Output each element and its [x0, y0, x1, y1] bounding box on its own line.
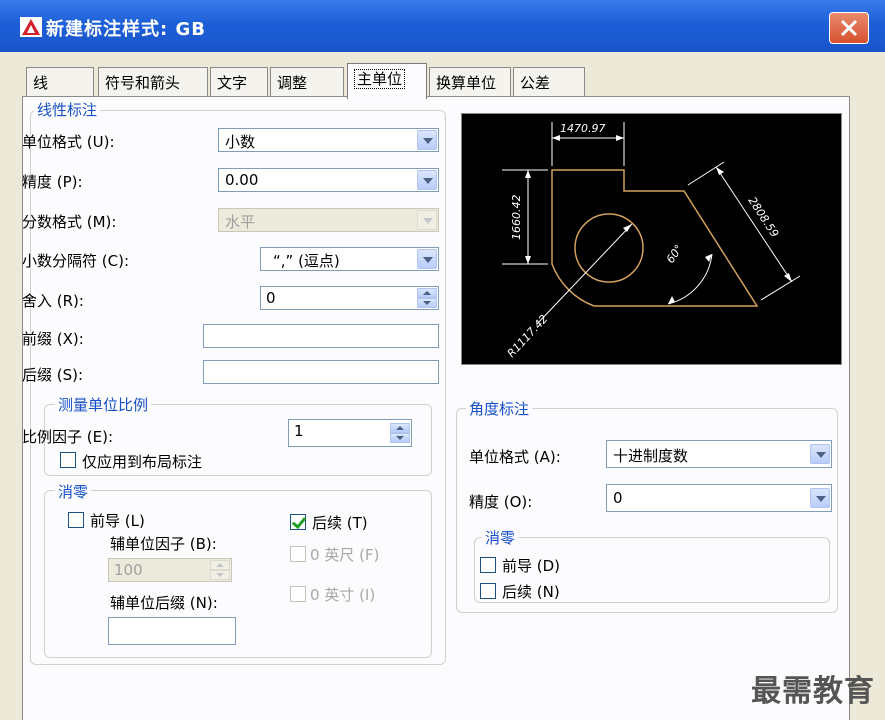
- tab-alternate-units[interactable]: 换算单位: [429, 67, 511, 97]
- unit-format-select[interactable]: 小数: [218, 128, 439, 152]
- angular-precision-select[interactable]: 0: [606, 484, 832, 512]
- suffix-input[interactable]: [203, 360, 439, 384]
- chevron-down-icon[interactable]: [417, 170, 437, 190]
- inches-zero-label: 0 英寸 (I): [310, 586, 376, 604]
- angular-trailing-label: 后续 (N): [502, 583, 560, 601]
- close-button[interactable]: [829, 12, 869, 44]
- autocad-app-icon: [20, 17, 42, 37]
- angular-dimensions-title: 角度标注: [466, 398, 533, 419]
- scale-factor-value: 1: [294, 422, 304, 440]
- apply-layout-checkbox[interactable]: [60, 452, 76, 468]
- unit-format-value: 小数: [225, 133, 256, 151]
- suffix-label: 后缀 (S):: [22, 366, 84, 384]
- dim-angle-text: 60°: [664, 242, 686, 265]
- scale-factor-spinner[interactable]: 1: [288, 419, 412, 447]
- angular-leading-label: 前导 (D): [502, 557, 561, 575]
- trailing-zero-checkbox[interactable]: [290, 514, 306, 530]
- sub-unit-factor-label: 辅单位因子 (B):: [110, 535, 217, 553]
- window-title: 新建标注样式: GB: [46, 19, 206, 40]
- tab-text[interactable]: 文字: [210, 67, 268, 97]
- dim-left-text: 1660.42: [510, 195, 523, 241]
- sub-unit-suffix-label: 辅单位后缀 (N):: [110, 594, 218, 612]
- unit-format-label: 单位格式 (U):: [22, 133, 115, 151]
- dim-radius-text: R1117.42: [505, 312, 551, 360]
- preview-drawing: 1470.97 1660.42 2808.59 60° R1117.42: [502, 122, 801, 360]
- close-icon: [840, 19, 858, 37]
- leading-zero-label: 前导 (L): [90, 512, 145, 530]
- angular-leading-checkbox[interactable]: [480, 557, 496, 573]
- angular-unit-format-label: 单位格式 (A):: [469, 448, 561, 466]
- angular-unit-format-select[interactable]: 十进制度数: [606, 440, 832, 468]
- zero-suppression-title: 消零: [55, 481, 92, 502]
- angular-trailing-checkbox[interactable]: [480, 583, 496, 599]
- tab-tolerances[interactable]: 公差: [513, 67, 585, 97]
- spin-up-icon: [210, 560, 230, 570]
- round-off-spinner[interactable]: 0: [260, 286, 439, 310]
- fraction-format-select: 水平: [218, 208, 439, 232]
- round-off-label: 舍入 (R):: [22, 292, 84, 310]
- spin-up-icon[interactable]: [390, 423, 410, 433]
- dim-right-text: 2808.59: [745, 195, 781, 240]
- chevron-down-icon[interactable]: [810, 488, 830, 508]
- prefix-label: 前缀 (X):: [22, 330, 84, 348]
- fraction-format-value: 水平: [225, 213, 256, 231]
- round-off-value: 0: [266, 289, 276, 307]
- tab-lines[interactable]: 线: [26, 67, 94, 97]
- tab-primary-units[interactable]: 主单位: [347, 63, 427, 99]
- dimension-preview: 1470.97 1660.42 2808.59 60° R1117.42: [461, 113, 842, 365]
- sub-unit-suffix-input: [108, 617, 236, 645]
- trailing-zero-label: 后续 (T): [312, 514, 368, 532]
- angular-unit-format-value: 十进制度数: [613, 447, 689, 465]
- tab-label: 文字: [217, 74, 248, 92]
- tab-fit[interactable]: 调整: [270, 67, 344, 97]
- spin-down-icon: [210, 570, 230, 580]
- tab-label: 公差: [520, 74, 551, 92]
- preview-shape: [551, 169, 759, 307]
- apply-layout-label: 仅应用到布局标注: [82, 453, 203, 471]
- tab-label: 换算单位: [436, 74, 497, 92]
- angular-precision-value: 0: [613, 489, 623, 507]
- precision-select[interactable]: 0.00: [218, 168, 439, 192]
- measurement-scale-title: 测量单位比例: [55, 394, 152, 415]
- fraction-format-label: 分数格式 (M):: [22, 213, 117, 231]
- tab-label: 主单位: [354, 69, 406, 89]
- tab-label: 调整: [277, 74, 308, 92]
- tab-symbols-arrows[interactable]: 符号和箭头: [98, 67, 208, 97]
- watermark: 最需教育: [751, 674, 875, 709]
- tab-label: 符号和箭头: [105, 74, 181, 92]
- sub-unit-factor-value: 100: [114, 561, 143, 579]
- leading-zero-checkbox[interactable]: [68, 512, 84, 528]
- angular-zero-suppression-title: 消零: [482, 527, 519, 548]
- spin-down-icon[interactable]: [390, 433, 410, 443]
- spin-down-icon[interactable]: [417, 298, 437, 308]
- precision-label: 精度 (P):: [22, 173, 83, 191]
- feet-zero-checkbox: [290, 546, 306, 562]
- decimal-separator-label: 小数分隔符 (C):: [22, 252, 130, 270]
- decimal-separator-value: “,” (逗点): [273, 252, 340, 270]
- scale-factor-label: 比例因子 (E):: [22, 428, 114, 446]
- chevron-down-icon[interactable]: [810, 444, 830, 464]
- chevron-down-icon[interactable]: [417, 130, 437, 150]
- spin-up-icon[interactable]: [417, 288, 437, 298]
- sub-unit-factor-spinner: 100: [108, 558, 232, 582]
- precision-value: 0.00: [225, 171, 259, 189]
- prefix-input[interactable]: [203, 324, 439, 348]
- dim-top-text: 1470.97: [560, 122, 606, 135]
- inches-zero-checkbox: [290, 586, 306, 602]
- decimal-separator-select[interactable]: “,” (逗点): [260, 247, 439, 271]
- chevron-down-icon: [417, 210, 437, 230]
- feet-zero-label: 0 英尺 (F): [310, 546, 380, 564]
- chevron-down-icon[interactable]: [417, 249, 437, 269]
- tab-label: 线: [33, 74, 49, 92]
- angular-precision-label: 精度 (O):: [469, 493, 533, 511]
- linear-dimensions-title: 线性标注: [34, 99, 101, 120]
